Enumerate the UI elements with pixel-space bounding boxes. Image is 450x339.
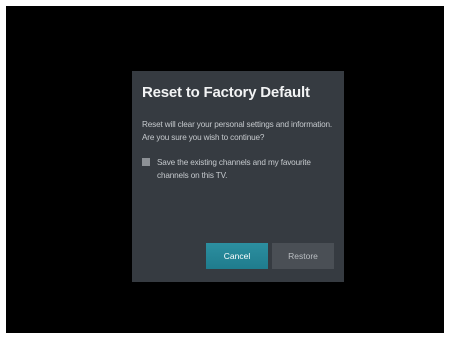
cancel-button[interactable]: Cancel (206, 243, 268, 269)
tv-screen: Reset to Factory Default Reset will clea… (6, 6, 444, 333)
save-channels-label-line: channels on this TV. (157, 171, 228, 180)
save-channels-checkbox[interactable] (142, 158, 150, 166)
dialog-title: Reset to Factory Default (142, 84, 310, 101)
save-channels-label: Save the existing channels and my favour… (157, 156, 311, 182)
dialog-buttons: Cancel Restore (206, 243, 334, 269)
dialog-message-line: Reset will clear your personal settings … (142, 120, 333, 129)
save-channels-label-line: Save the existing channels and my favour… (157, 158, 311, 167)
restore-button[interactable]: Restore (272, 243, 334, 269)
dialog-message: Reset will clear your personal settings … (142, 118, 334, 144)
save-channels-option[interactable]: Save the existing channels and my favour… (142, 156, 334, 182)
factory-reset-dialog: Reset to Factory Default Reset will clea… (132, 71, 344, 282)
dialog-message-line: Are you sure you wish to continue? (142, 133, 265, 142)
